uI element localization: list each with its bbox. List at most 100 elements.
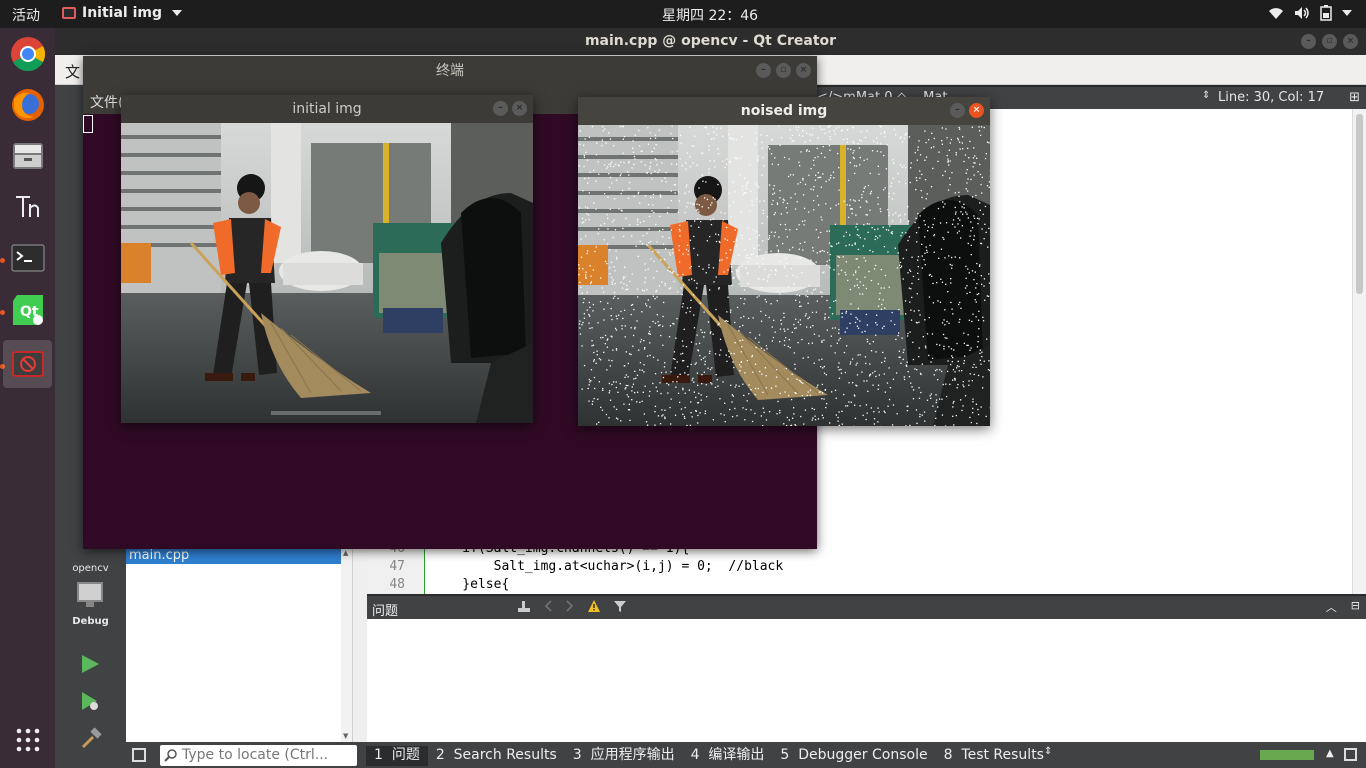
close-button[interactable]: ×	[796, 63, 811, 78]
close-button[interactable]: ×	[969, 103, 984, 118]
next-icon[interactable]	[565, 599, 575, 613]
tab-application-output[interactable]: 3 应用程序输出	[565, 746, 683, 766]
minimize-button[interactable]: –	[756, 63, 771, 78]
dock-files[interactable]	[3, 132, 52, 180]
font-viewer-icon	[15, 196, 39, 217]
clock[interactable]: 星期四 22：46	[662, 5, 758, 25]
code-line: }else{	[431, 577, 510, 592]
updown-icon[interactable]: ⇕	[1202, 90, 1210, 101]
monitor-stand	[86, 602, 94, 607]
tab-number: 5	[780, 747, 790, 763]
kit-selector-icon[interactable]	[77, 582, 103, 602]
minimize-button[interactable]: –	[950, 103, 965, 118]
app-menu[interactable]: Initial img	[62, 5, 182, 21]
file-item-main-cpp[interactable]: main.cpp	[126, 547, 352, 564]
dock-font-viewer[interactable]	[3, 183, 52, 231]
more-tabs-icon[interactable]: ⇕	[1044, 746, 1052, 757]
code-editor-lines[interactable]: 46 47 48 if(Salt_img.channels() == 1){ S…	[367, 545, 1352, 594]
panel-splitter[interactable]	[353, 545, 367, 742]
volume-icon	[1295, 7, 1309, 19]
build-hammer-icon[interactable]	[79, 727, 103, 751]
window-controls: – ×	[950, 103, 984, 118]
tab-number: 3	[572, 747, 582, 763]
issues-pane-header: 问题 ︿ ⊟	[367, 596, 1366, 619]
menu-file[interactable]: 文件(	[90, 92, 123, 112]
tab-label: 编译输出	[708, 747, 765, 763]
build-filter-icon[interactable]	[517, 599, 531, 613]
files-icon	[12, 143, 43, 169]
initial-img-titlebar[interactable]: initial img – ×	[121, 95, 533, 123]
tab-compile-output[interactable]: 4 编译输出	[683, 746, 773, 766]
toggle-sidebar-button[interactable]	[132, 748, 146, 762]
code-line: Salt_img.at<uchar>(i,j) = 0; //black	[431, 559, 784, 574]
tab-label: 应用程序输出	[590, 747, 675, 763]
system-tray[interactable]	[1268, 5, 1352, 21]
tab-test-results[interactable]: 8 Test Results	[936, 746, 1052, 766]
tab-issues[interactable]: 1 问题	[366, 746, 428, 766]
tab-label: Test Results	[961, 747, 1044, 763]
scrollbar-thumb[interactable]	[1356, 114, 1363, 294]
dock-disabled-app[interactable]	[3, 340, 52, 388]
close-button[interactable]: ×	[512, 101, 527, 116]
dock-chrome[interactable]	[3, 30, 52, 78]
activities-button[interactable]: 活动	[12, 5, 40, 25]
split-editor-icon[interactable]: ⊞	[1349, 90, 1360, 105]
maximize-pane-icon[interactable]: ︿	[1326, 599, 1337, 615]
editor-scrollbar[interactable]	[1352, 109, 1366, 594]
maximize-button[interactable]: ▫	[776, 63, 791, 78]
terminal-cursor	[83, 115, 93, 133]
chrome-icon	[10, 37, 45, 71]
firefox-icon	[11, 89, 44, 121]
build-progress-bar[interactable]	[1260, 750, 1314, 760]
window-title: main.cpp @ opencv - Qt Creator	[584, 33, 837, 49]
dock-terminal[interactable]	[3, 234, 52, 282]
maximize-button[interactable]: ▫	[1322, 34, 1337, 49]
dock-show-apps[interactable]	[3, 716, 52, 764]
issues-list[interactable]	[367, 619, 1366, 742]
qt-creator-icon: Qt	[12, 295, 43, 325]
app-grid-icon	[16, 728, 39, 752]
app-window-icon	[62, 7, 76, 19]
chevron-up-icon[interactable]: ▲	[1326, 748, 1334, 759]
tab-number: 1	[374, 747, 383, 763]
tab-debugger-console[interactable]: 5 Debugger Console	[772, 746, 935, 766]
menu-file[interactable]: 文	[65, 61, 80, 82]
line-col-indicator[interactable]: Line: 30, Col: 17	[1218, 90, 1324, 105]
warning-icon[interactable]	[587, 599, 601, 613]
issues-toolbar	[517, 599, 627, 613]
noised-img-titlebar[interactable]: noised img – ×	[578, 97, 990, 125]
close-pane-icon[interactable]: ⊟	[1351, 599, 1360, 615]
terminal-titlebar[interactable]: 终端 – ▫ ×	[83, 56, 817, 86]
search-icon	[164, 749, 177, 762]
minimize-button[interactable]: –	[493, 101, 508, 116]
project-tree-scrollbar[interactable]: ▲ ▼	[341, 545, 352, 742]
toggle-right-sidebar-button[interactable]	[1344, 748, 1357, 761]
run-icon[interactable]	[79, 653, 101, 675]
scroll-up-icon[interactable]: ▲	[343, 549, 348, 557]
chevron-down-icon	[172, 10, 182, 16]
output-pane-tabs: 1 问题 2 Search Results 3 应用程序输出 4 编译输出 5 …	[366, 746, 1052, 766]
previous-icon[interactable]	[543, 599, 553, 613]
qt-creator-titlebar[interactable]: main.cpp @ opencv - Qt Creator – ▫ ×	[55, 28, 1366, 55]
code-lines: if(Salt_img.channels() == 1){ Salt_img.a…	[431, 545, 783, 594]
initial-img-window: initial img – ×	[121, 95, 533, 423]
app-menu-label: Initial img	[82, 5, 162, 21]
scroll-down-icon[interactable]: ▼	[343, 732, 348, 740]
build-kit-label[interactable]: Debug	[55, 616, 126, 627]
window-title: noised img	[740, 103, 828, 119]
dock-firefox[interactable]	[3, 81, 52, 129]
project-tree: main.cpp ▲ ▼	[126, 545, 353, 742]
close-button[interactable]: ×	[1343, 34, 1358, 49]
debug-run-icon[interactable]	[79, 690, 101, 712]
filter-icon[interactable]	[613, 599, 627, 613]
terminal-title: 终端	[436, 63, 464, 79]
project-name: opencv	[72, 563, 109, 574]
minimize-button[interactable]: –	[1301, 34, 1316, 49]
locator-input[interactable]: Type to locate (Ctrl...	[160, 745, 357, 766]
dock-qt-creator[interactable]: Qt	[3, 286, 52, 334]
fold-margin[interactable]	[409, 545, 425, 594]
tab-search-results[interactable]: 2 Search Results	[428, 746, 565, 766]
window-controls: – ▫ ×	[756, 63, 811, 78]
tab-label: Search Results	[453, 747, 557, 763]
tab-number: 4	[690, 747, 700, 763]
